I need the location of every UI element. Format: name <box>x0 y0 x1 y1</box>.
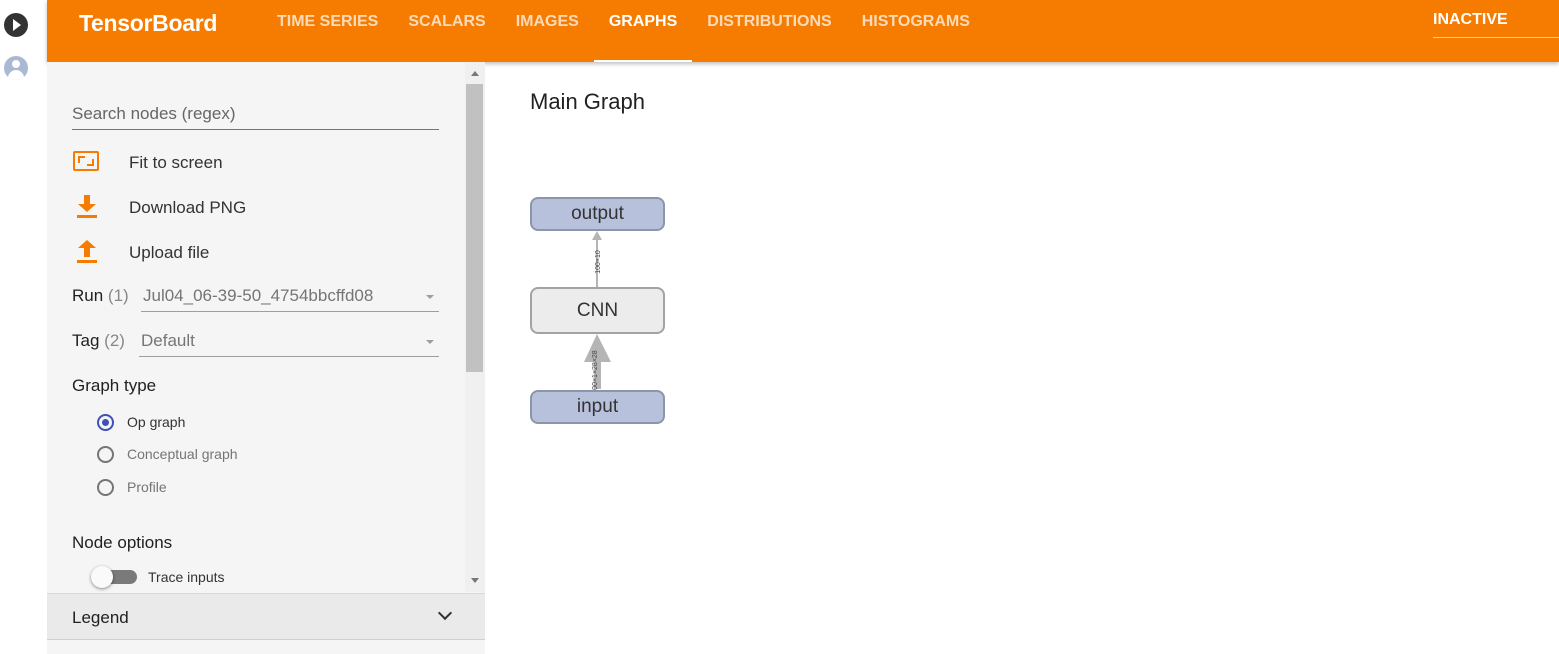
graph-node-cnn[interactable]: CNN <box>530 287 665 334</box>
graph-node-input[interactable]: input <box>530 390 665 424</box>
edge-shape-label: 100×10 <box>595 250 602 274</box>
graph-edges: 100×10 100×1×28×28 <box>584 231 611 394</box>
edge-arrowhead-icon <box>592 231 602 240</box>
edge-shape-label: 100×1×28×28 <box>592 350 599 394</box>
graph-node-output[interactable]: output <box>530 197 665 231</box>
